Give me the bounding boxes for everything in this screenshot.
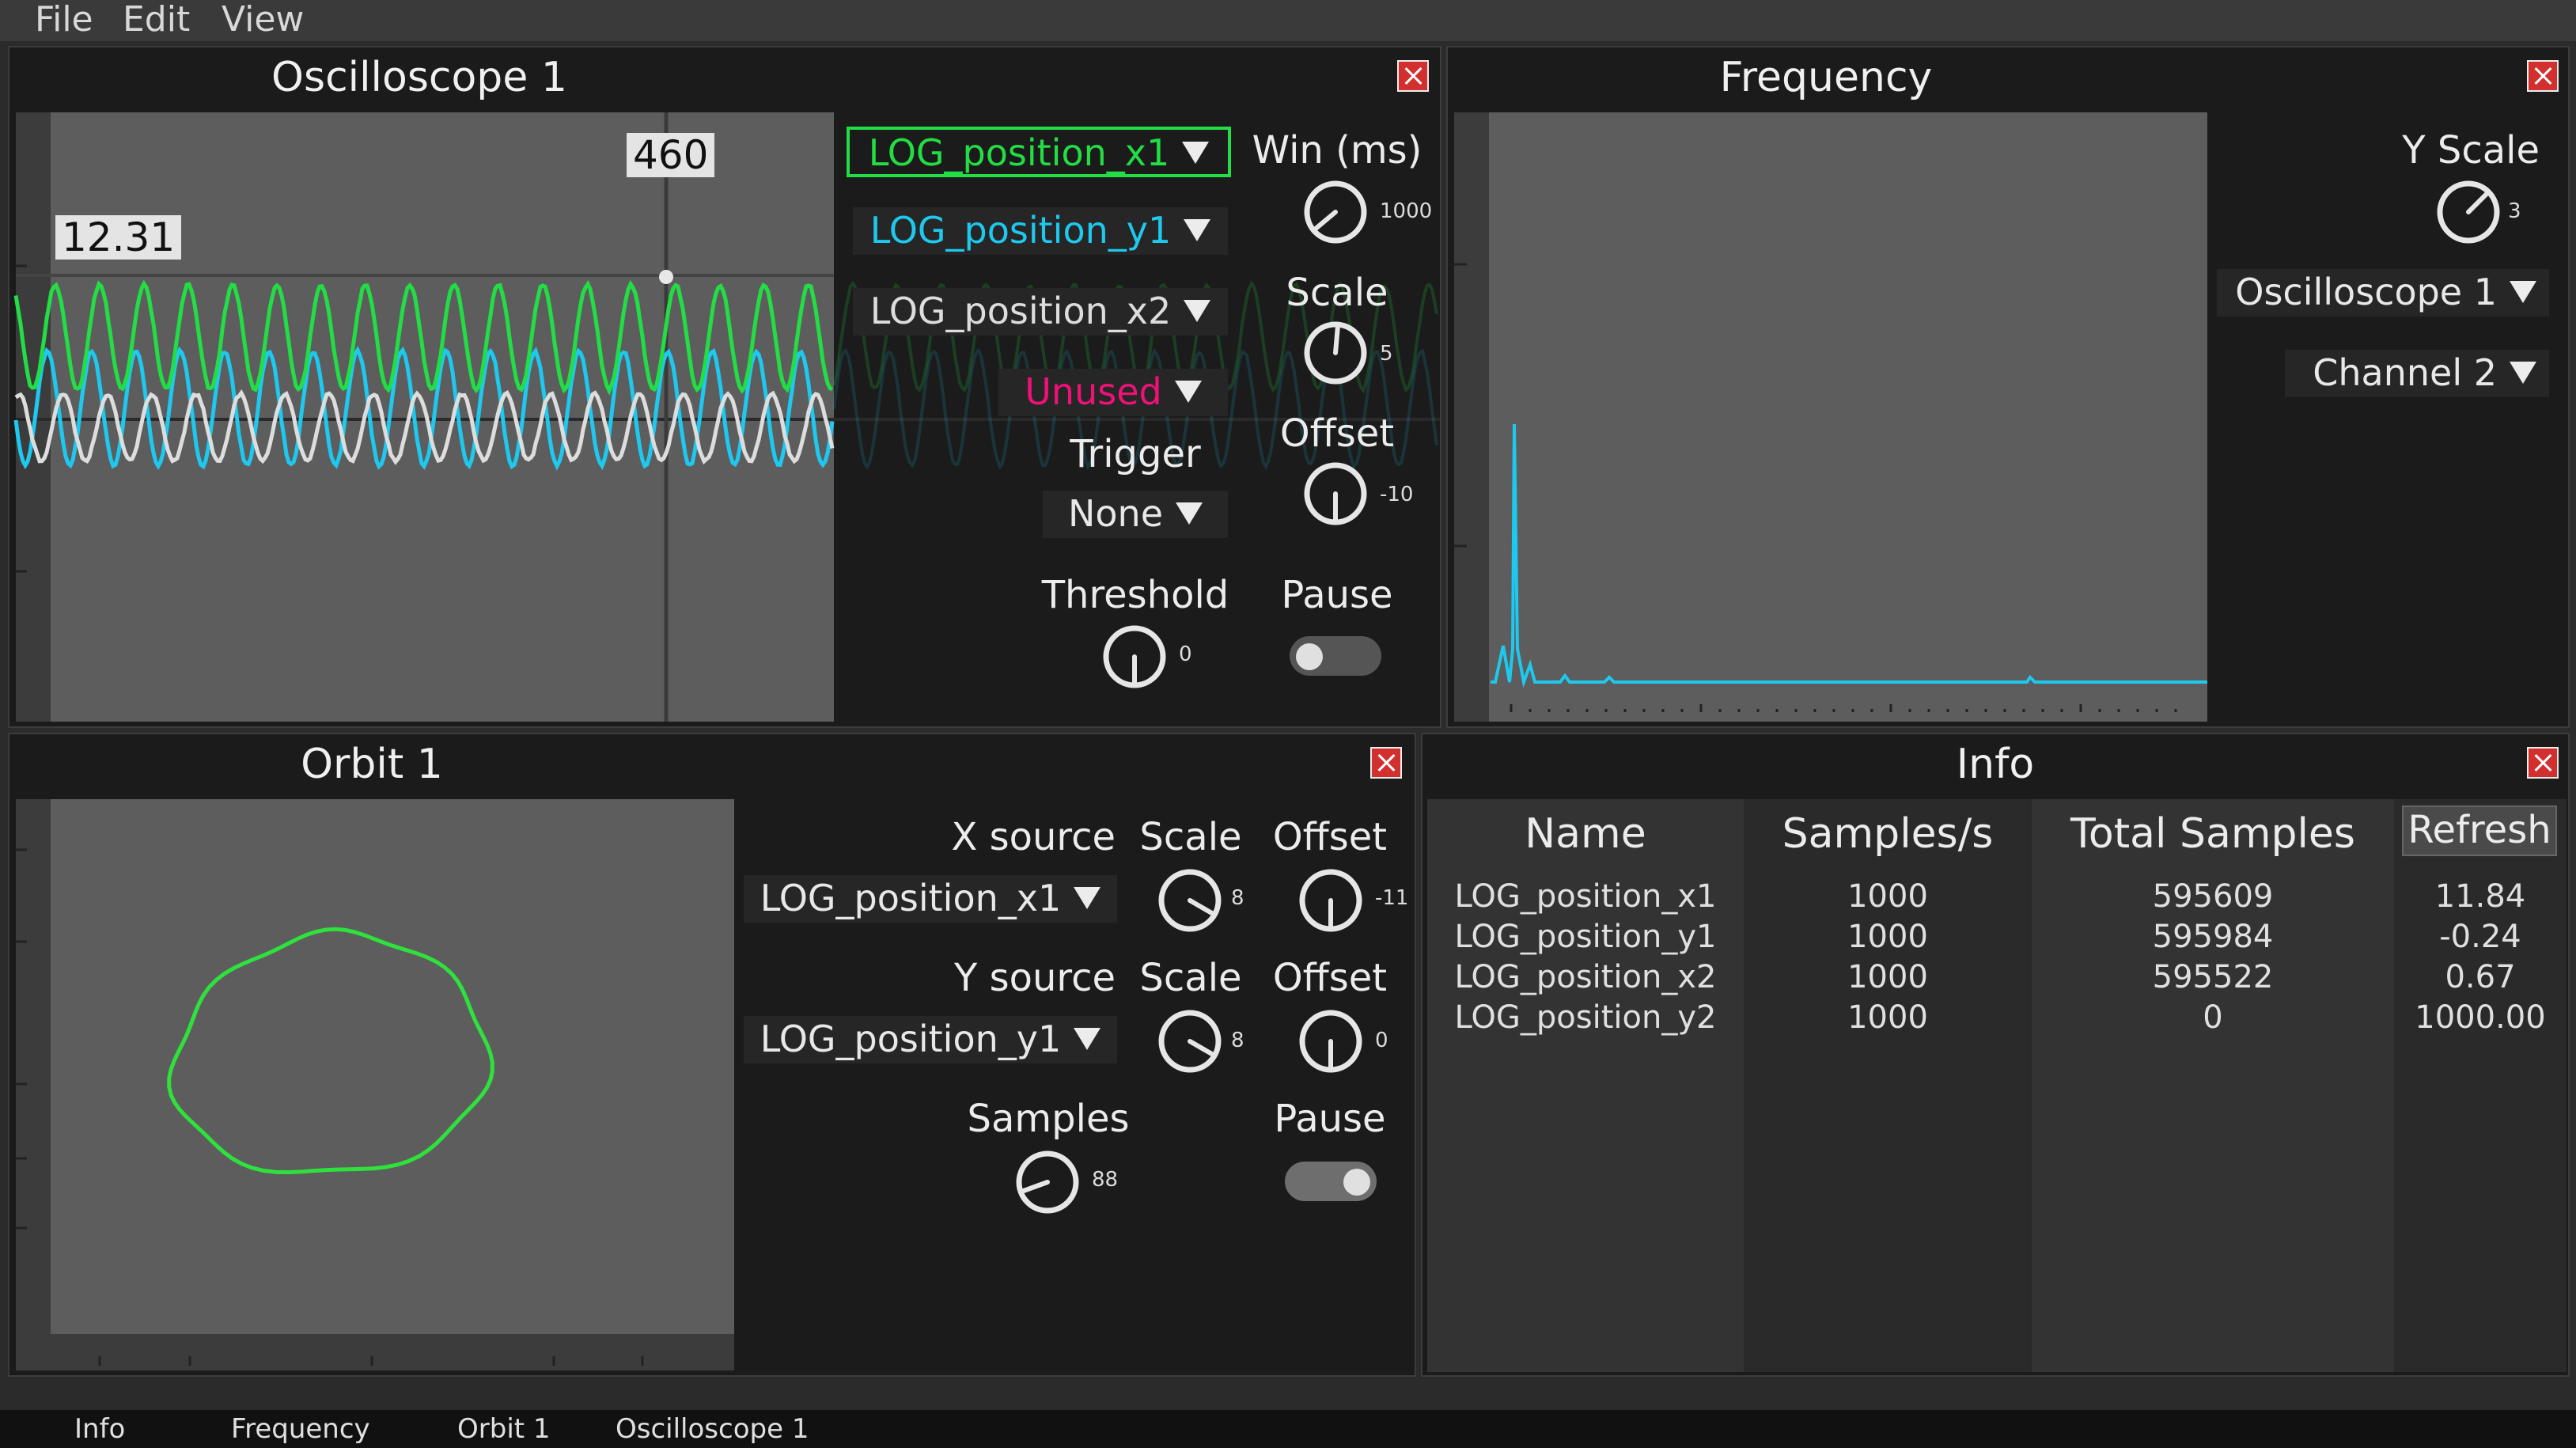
samples-label: Samples <box>941 1097 1155 1141</box>
table-cell: 1000 <box>1744 957 2032 998</box>
menu-view[interactable]: View <box>222 0 304 40</box>
pause-label: Pause <box>1234 573 1440 617</box>
chevron-down-icon <box>1176 502 1203 525</box>
win-label: Win (ms) <box>1234 128 1440 172</box>
table-cell: 1000 <box>1744 917 2032 957</box>
freq-channel-dropdown[interactable]: Channel 2 <box>2285 350 2549 397</box>
chevron-down-icon <box>1074 1028 1100 1050</box>
tab-info[interactable]: Info <box>74 1410 125 1448</box>
orbit-pause-label: Pause <box>1263 1097 1397 1141</box>
orbit-x-scale-value: 8 <box>1231 886 1244 910</box>
table-cell: 595522 <box>2032 957 2394 998</box>
menu-file[interactable]: File <box>35 0 93 40</box>
header-name: Name <box>1427 810 1744 858</box>
orbit-y-scale-label: Scale <box>1131 956 1250 1000</box>
oscilloscope-close-button[interactable] <box>1397 60 1429 92</box>
tab-bar <box>0 1410 2576 1448</box>
info-title: Info <box>1421 741 2570 788</box>
table-cell: 1000.00 <box>2394 998 2567 1038</box>
orbit-y-offset-value: 0 <box>1375 1029 1388 1052</box>
refresh-button[interactable]: Refresh <box>2402 805 2557 856</box>
info-close-button[interactable] <box>2527 747 2559 779</box>
orbit-pause-toggle[interactable] <box>1285 1162 1377 1201</box>
chevron-down-icon <box>1182 142 1209 164</box>
frequency-title: Frequency <box>1446 54 2206 101</box>
chevron-down-icon <box>1074 887 1100 909</box>
channel-1-dropdown[interactable]: LOG_position_x1 <box>847 127 1231 177</box>
table-cell: 0 <box>2032 998 2394 1038</box>
chevron-down-icon <box>1184 219 1210 241</box>
table-cell: LOG_position_y1 <box>1427 917 1744 957</box>
offset-value: -10 <box>1380 483 1413 506</box>
scope-pause-toggle[interactable] <box>1290 636 1381 676</box>
channel-4-dropdown[interactable]: Unused <box>998 369 1228 416</box>
table-cell: -0.24 <box>2394 917 2567 957</box>
samples-value: 88 <box>1092 1168 1118 1192</box>
table-cell: 1000 <box>1744 998 2032 1038</box>
threshold-value: 0 <box>1179 643 1192 666</box>
xsource-dropdown[interactable]: LOG_position_x1 <box>744 875 1117 923</box>
table-cell: LOG_position_x2 <box>1427 957 1744 998</box>
header-samples-per-second: Samples/s <box>1744 810 2032 858</box>
orbit-plot-area[interactable] <box>51 799 734 1334</box>
orbit-title: Orbit 1 <box>8 741 736 788</box>
table-cell: LOG_position_x1 <box>1427 877 1744 917</box>
table-cell: 0.67 <box>2394 957 2567 998</box>
orbit-x-offset-value: -11 <box>1375 886 1408 910</box>
header-total-samples: Total Samples <box>2032 810 2394 858</box>
table-cell: LOG_position_y2 <box>1427 998 1744 1038</box>
win-value: 1000 <box>1380 199 1432 223</box>
yscale-label: Y Scale <box>2397 128 2540 172</box>
cursor-time-label: 460 <box>627 133 714 177</box>
table-cell: 595609 <box>2032 877 2394 917</box>
orbit-y-scale-value: 8 <box>1231 1029 1244 1052</box>
chevron-down-icon <box>1175 381 1202 403</box>
chevron-down-icon <box>1184 300 1210 322</box>
ysource-label: Y source <box>894 956 1116 1000</box>
tab-oscilloscope-1[interactable]: Oscilloscope 1 <box>616 1410 809 1448</box>
cursor-value-label: 12.31 <box>55 215 181 260</box>
trigger-label: Trigger <box>1021 432 1250 476</box>
frequency-close-button[interactable] <box>2527 60 2559 92</box>
trigger-dropdown[interactable]: None <box>1043 491 1228 538</box>
chevron-down-icon <box>2510 281 2536 303</box>
chevron-down-icon <box>2510 362 2536 384</box>
tab-orbit-1[interactable]: Orbit 1 <box>457 1410 551 1448</box>
orbit-close-button[interactable] <box>1370 747 1402 779</box>
ysource-dropdown[interactable]: LOG_position_y1 <box>744 1016 1117 1063</box>
menu-edit[interactable]: Edit <box>123 0 190 40</box>
channel-2-dropdown[interactable]: LOG_position_y1 <box>853 207 1228 255</box>
offset-label: Offset <box>1234 411 1440 456</box>
orbit-y-offset-label: Offset <box>1263 956 1397 1000</box>
freq-source-dropdown[interactable]: Oscilloscope 1 <box>2217 269 2549 317</box>
yscale-value: 3 <box>2508 199 2521 223</box>
scale-value: 5 <box>1380 342 1393 366</box>
oscilloscope-title: Oscilloscope 1 <box>8 54 831 101</box>
channel-3-dropdown[interactable]: LOG_position_x2 <box>853 288 1228 335</box>
threshold-label: Threshold <box>1021 573 1250 617</box>
tab-frequency[interactable]: Frequency <box>231 1410 370 1448</box>
orbit-x-scale-label: Scale <box>1131 815 1250 859</box>
orbit-x-offset-label: Offset <box>1263 815 1397 859</box>
menu-bar <box>0 0 2576 41</box>
scope-plot-area[interactable] <box>51 112 834 722</box>
xsource-label: X source <box>894 815 1116 859</box>
table-cell: 595984 <box>2032 917 2394 957</box>
freq-plot-area[interactable] <box>1489 112 2207 722</box>
scale-label: Scale <box>1234 271 1440 315</box>
table-cell: 11.84 <box>2394 877 2567 917</box>
table-cell: 1000 <box>1744 877 2032 917</box>
